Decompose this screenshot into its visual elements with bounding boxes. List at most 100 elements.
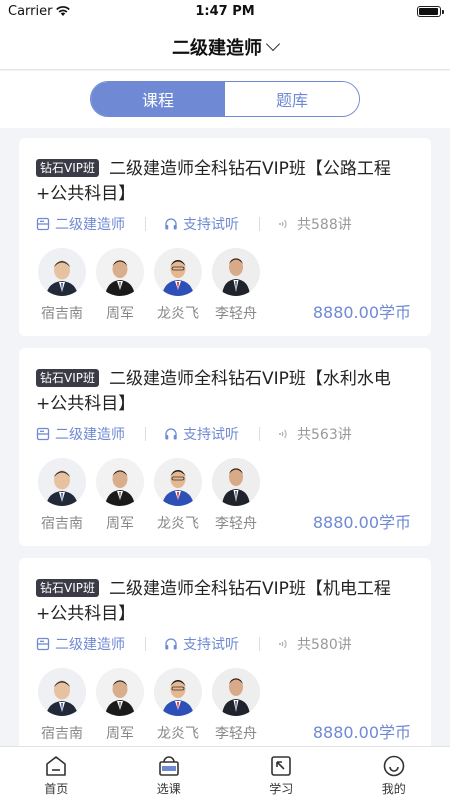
teacher-name: 李轻舟	[215, 726, 257, 742]
teacher[interactable]: 宿吉南	[36, 458, 88, 533]
lesson-count: 共563讲	[278, 424, 352, 444]
trial-tag: 支持试听	[164, 634, 239, 654]
teacher-name: 李轻舟	[215, 306, 257, 322]
teacher[interactable]: 宿吉南	[36, 668, 88, 743]
course-list: 钻石VIP班 二级建造师全科钻石VIP班【公路工程+公共科目】 二级建造师 支持试听共…	[19, 138, 431, 768]
tab-home-label: 首页	[44, 782, 69, 796]
profile-icon	[383, 755, 405, 777]
course-meta: 二级建造师 支持试听 共563讲	[36, 425, 352, 443]
teacher[interactable]: 周军	[94, 458, 146, 533]
meta-divider	[259, 637, 260, 651]
vip-badge: 钻石VIP班	[36, 579, 99, 597]
course-title-block[interactable]: 钻石VIP班 二级建造师全科钻石VIP班【水利水电+公共科目】	[36, 367, 421, 417]
battery-icon	[417, 6, 444, 17]
avatar	[96, 248, 144, 296]
category-tag: 二级建造师	[36, 214, 125, 234]
category-tag: 二级建造师	[36, 634, 125, 654]
meta-divider	[145, 217, 146, 231]
teacher-list: 宿吉南 周军 龙炎飞 李轻舟	[36, 248, 268, 323]
tab-courses[interactable]: 课程	[91, 82, 225, 116]
trial-tag: 支持试听	[164, 424, 239, 444]
study-icon	[271, 756, 292, 776]
course-card[interactable]: 钻石VIP班 二级建造师全科钻石VIP班【水利水电+公共科目】二级建造师 支持试听 共…	[19, 348, 431, 546]
avatar	[212, 458, 260, 506]
teacher[interactable]: 龙炎飞	[152, 668, 204, 743]
tab-select-course-label: 选课	[156, 782, 181, 796]
course-meta: 二级建造师 支持试听 共580讲	[36, 635, 352, 653]
vip-badge: 钻石VIP班	[36, 369, 99, 387]
teacher[interactable]: 周军	[94, 248, 146, 323]
teacher-name: 龙炎飞	[157, 516, 199, 532]
teacher[interactable]: 李轻舟	[210, 248, 262, 323]
avatar	[96, 668, 144, 716]
teacher-name: 宿吉南	[41, 516, 83, 532]
segment-control: 课程 题库	[90, 81, 360, 117]
teacher[interactable]: 周军	[94, 668, 146, 743]
vip-badge: 钻石VIP班	[36, 159, 99, 177]
meta-divider	[145, 637, 146, 651]
headphones-icon	[165, 218, 177, 230]
teacher[interactable]: 李轻舟	[210, 458, 262, 533]
chevron-down-icon[interactable]	[265, 36, 281, 51]
category-label: 二级建造师	[55, 427, 125, 443]
teacher-name: 周军	[106, 516, 134, 532]
avatar	[96, 458, 144, 506]
teacher[interactable]: 龙炎飞	[152, 458, 204, 533]
teacher[interactable]: 龙炎飞	[152, 248, 204, 323]
home-icon	[46, 756, 67, 776]
tab-study[interactable]: 学习	[225, 747, 338, 800]
lesson-count-label: 共563讲	[297, 427, 352, 443]
tab-select-course[interactable]: 选课	[113, 747, 226, 800]
meta-divider	[259, 217, 260, 231]
teacher-list: 宿吉南 周军 龙炎飞 李轻舟	[36, 668, 268, 743]
teacher-name: 宿吉南	[41, 726, 83, 742]
category-label: 二级建造师	[55, 217, 125, 233]
course-price: 8880.00学币	[312, 303, 411, 322]
tab-study-label: 学习	[269, 782, 294, 796]
headphones-icon	[165, 638, 177, 650]
sound-wave-icon	[279, 429, 287, 439]
avatar	[38, 668, 86, 716]
category-tag: 二级建造师	[36, 424, 125, 444]
trial-tag: 支持试听	[164, 214, 239, 234]
teacher-name: 龙炎飞	[157, 306, 199, 322]
lesson-count-label: 共588讲	[297, 217, 352, 233]
teacher-list: 宿吉南 周军 龙炎飞 李轻舟	[36, 458, 268, 533]
trial-label: 支持试听	[183, 637, 239, 653]
avatar	[212, 248, 260, 296]
avatar	[154, 668, 202, 716]
course-card[interactable]: 钻石VIP班 二级建造师全科钻石VIP班【公路工程+公共科目】二级建造师 支持试听 共…	[19, 138, 431, 336]
teacher[interactable]: 李轻舟	[210, 668, 262, 743]
category-label: 二级建造师	[55, 637, 125, 653]
avatar	[154, 458, 202, 506]
tab-question-bank[interactable]: 题库	[225, 82, 359, 116]
teacher[interactable]: 宿吉南	[36, 248, 88, 323]
tab-home[interactable]: 首页	[0, 747, 113, 800]
bottom-tab-bar: 首页 选课 学习 我的	[0, 746, 450, 800]
course-title-block[interactable]: 钻石VIP班 二级建造师全科钻石VIP班【公路工程+公共科目】	[36, 157, 421, 207]
basket-icon	[158, 756, 179, 776]
teacher-name: 周军	[106, 306, 134, 322]
lesson-count: 共580讲	[278, 634, 352, 654]
course-title-block[interactable]: 钻石VIP班 二级建造师全科钻石VIP班【机电工程+公共科目】	[36, 577, 421, 627]
tab-mine[interactable]: 我的	[338, 747, 450, 800]
avatar	[38, 458, 86, 506]
headphones-icon	[165, 428, 177, 440]
avatar	[212, 668, 260, 716]
teacher-name: 周军	[106, 726, 134, 742]
teacher-name: 宿吉南	[41, 306, 83, 322]
avatar	[38, 248, 86, 296]
trial-label: 支持试听	[183, 217, 239, 233]
book-icon	[36, 217, 50, 231]
teacher-name: 龙炎飞	[157, 726, 199, 742]
tab-mine-label: 我的	[381, 782, 406, 796]
book-icon	[36, 427, 50, 441]
meta-divider	[145, 427, 146, 441]
lesson-count: 共588讲	[278, 214, 352, 234]
lesson-count-label: 共580讲	[297, 637, 352, 653]
course-card[interactable]: 钻石VIP班 二级建造师全科钻石VIP班【机电工程+公共科目】二级建造师 支持试听 共…	[19, 558, 431, 756]
nav-header: 二级建造师	[0, 24, 450, 70]
clock: 1:47 PM	[195, 4, 255, 19]
exam-selector-title[interactable]: 二级建造师	[172, 34, 262, 60]
meta-divider	[259, 427, 260, 441]
